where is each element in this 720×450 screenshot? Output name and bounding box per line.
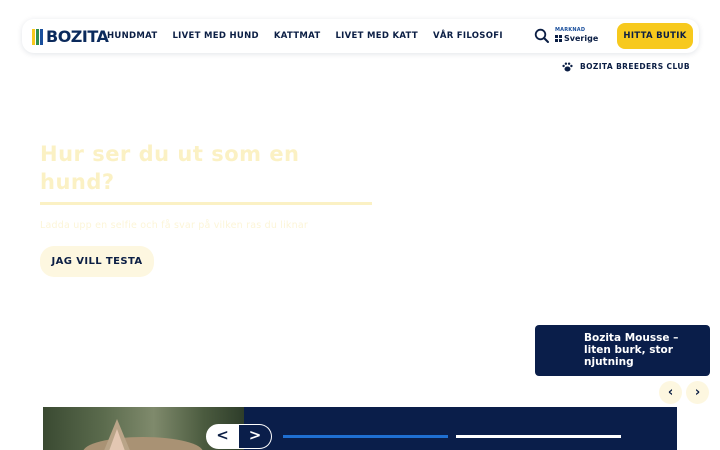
search-icon[interactable] bbox=[534, 28, 550, 44]
slide-prev-button[interactable]: < bbox=[206, 424, 239, 449]
promo-text: Bozita Mousse – liten burk, stor njutnin… bbox=[584, 332, 679, 368]
hero-cta-button[interactable]: JAG VILL TESTA bbox=[40, 246, 154, 277]
site-header: BOZITA HUNDMAT LIVET MED HUND KATTMAT LI… bbox=[22, 19, 699, 53]
hero-subtitle: Ladda upp en selfie och få svar på vilke… bbox=[40, 220, 308, 231]
promo-next-button[interactable]: › bbox=[686, 381, 709, 404]
nav-item-livet-med-katt[interactable]: LIVET MED KATT bbox=[335, 31, 418, 41]
paw-icon bbox=[562, 57, 573, 76]
breeders-club-label: BOZITA BREEDERS CLUB bbox=[580, 62, 690, 71]
market-selector[interactable]: MARKNAD Sverige bbox=[555, 27, 598, 43]
bozita-logo[interactable]: BOZITA bbox=[32, 27, 109, 46]
hero-title: Hur ser du ut som en hund? bbox=[40, 142, 300, 194]
breeders-club-link[interactable]: BOZITA BREEDERS CLUB bbox=[562, 58, 690, 75]
market-label: MARKNAD bbox=[555, 27, 586, 33]
hero-divider bbox=[40, 202, 372, 205]
market-value: Sverige bbox=[564, 34, 599, 43]
logo-text: BOZITA bbox=[46, 27, 109, 46]
nav-item-kattmat[interactable]: KATTMAT bbox=[274, 31, 321, 41]
slide-next-button[interactable]: > bbox=[239, 424, 272, 449]
main-nav: HUNDMAT LIVET MED HUND KATTMAT LIVET MED… bbox=[107, 19, 518, 53]
nav-item-livet-med-hund[interactable]: LIVET MED HUND bbox=[172, 31, 258, 41]
slide-progress-1[interactable] bbox=[283, 435, 448, 438]
flag-icon bbox=[555, 35, 562, 42]
slide-progress-2[interactable] bbox=[456, 435, 621, 438]
promo-card[interactable]: Bozita Mousse – liten burk, stor njutnin… bbox=[535, 325, 710, 376]
find-store-button[interactable]: HITTA BUTIK bbox=[617, 23, 693, 49]
nav-item-var-filosofi[interactable]: VÅR FILOSOFI bbox=[433, 31, 503, 41]
slider-nav: < > bbox=[206, 424, 272, 449]
nav-item-hundmat[interactable]: HUNDMAT bbox=[107, 31, 157, 41]
bottom-banner: < > bbox=[43, 407, 677, 450]
promo-prev-button[interactable]: ‹ bbox=[659, 381, 682, 404]
logo-mark-icon bbox=[32, 28, 43, 45]
